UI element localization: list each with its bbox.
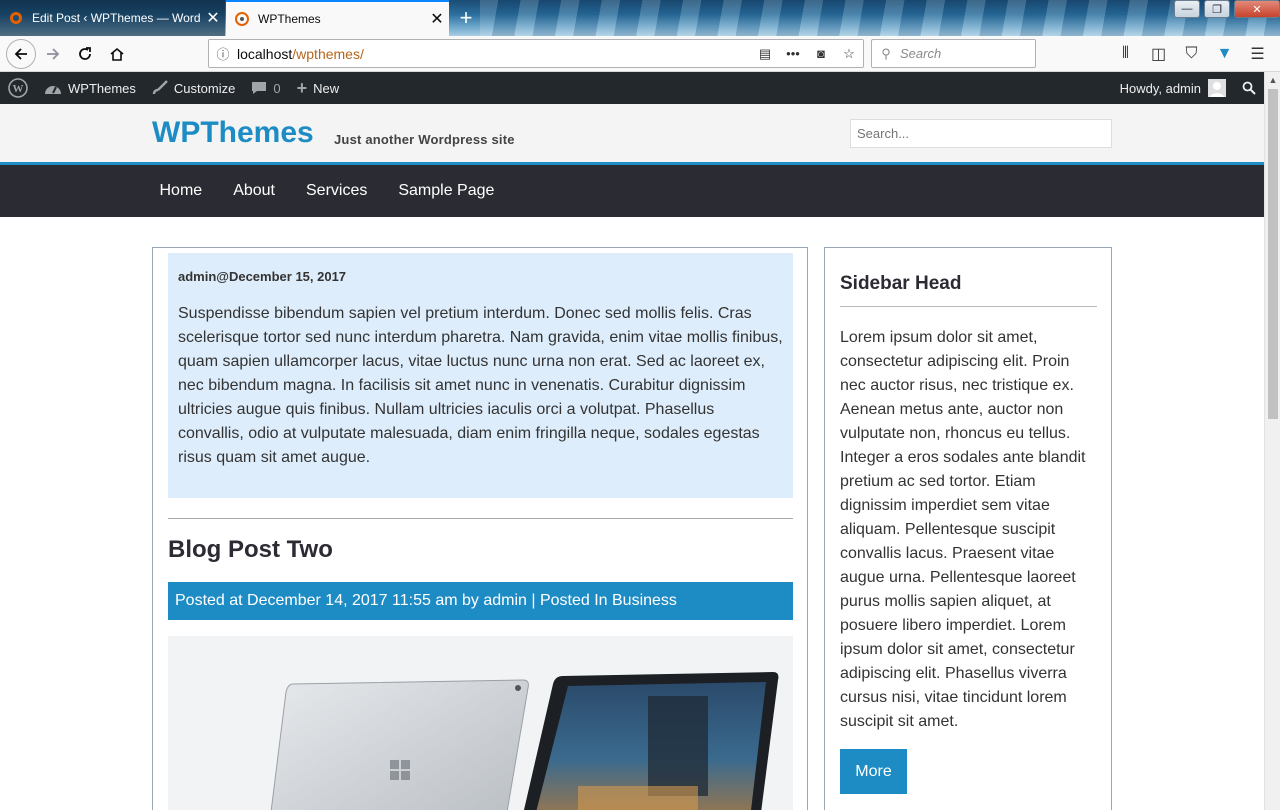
sidebar-text: Lorem ipsum dolor sit amet, consectetur …	[840, 329, 1086, 730]
search-icon: ⚲	[881, 45, 891, 61]
forward-arrow-icon[interactable]	[38, 39, 68, 69]
maximize-icon[interactable]: ❐	[1204, 0, 1230, 18]
comment-bubble-icon	[251, 81, 267, 95]
admin-comments-link[interactable]: 0	[243, 72, 288, 104]
more-button[interactable]: More	[840, 749, 907, 794]
reload-icon[interactable]	[70, 39, 100, 69]
paintbrush-icon	[152, 80, 168, 96]
admin-search-icon[interactable]	[1234, 72, 1264, 104]
pocket-icon[interactable]: ◙	[807, 46, 835, 61]
post-featured-image[interactable]	[168, 636, 793, 810]
close-tab-icon[interactable]: ✕	[201, 8, 225, 28]
nav-home[interactable]: Home	[144, 182, 218, 200]
avatar	[1208, 79, 1226, 97]
home-icon[interactable]	[102, 39, 132, 69]
browser-toolbar: ⓘ localhost/wpthemes/ ▤ ••• ◙ ☆ ⚲ Search…	[0, 36, 1280, 72]
post-author-date: admin@December 15, 2017	[178, 269, 347, 284]
sidebar-divider	[840, 306, 1097, 307]
extension-shield-icon[interactable]: ▼	[1208, 45, 1241, 63]
back-arrow-icon[interactable]	[6, 38, 36, 69]
scrollbar-thumb[interactable]	[1268, 89, 1278, 419]
page-scrollbar[interactable]: ▲	[1264, 72, 1280, 810]
admin-customize-link[interactable]: Customize	[144, 72, 243, 104]
sidebar-heading: Sidebar Head	[840, 273, 962, 294]
wordpress-logo-icon[interactable]: W	[0, 72, 36, 104]
tab-title: Edit Post ‹ WPThemes — Word	[32, 11, 201, 25]
nav-about[interactable]: About	[218, 182, 291, 200]
tab-title: WPThemes	[258, 12, 321, 26]
post-title[interactable]: Blog Post Two	[168, 536, 333, 564]
nav-sample-page[interactable]: Sample Page	[383, 182, 510, 200]
main-content: admin@December 15, 2017 Suspendisse bibe…	[152, 247, 808, 810]
minimize-icon[interactable]: —	[1174, 0, 1200, 18]
site-description: Just another Wordpress site	[334, 132, 515, 147]
admin-site-link[interactable]: WPThemes	[36, 72, 144, 104]
page-favicon-icon	[234, 11, 250, 27]
menu-hamburger-icon[interactable]: ☰	[1241, 44, 1274, 64]
firefox-favicon-icon	[8, 10, 24, 26]
admin-account-menu[interactable]: Howdy, admin	[1112, 72, 1234, 104]
tab-edit-post[interactable]: Edit Post ‹ WPThemes — Word ✕	[0, 0, 225, 36]
tab-strip: Edit Post ‹ WPThemes — Word ✕ WPThemes ✕…	[0, 0, 1280, 36]
sidebar-toggle-icon[interactable]: ◫	[1142, 44, 1175, 64]
dashboard-gauge-icon	[44, 81, 62, 95]
ublock-shield-icon[interactable]: ⛉	[1175, 45, 1208, 63]
bookmark-star-icon[interactable]: ☆	[835, 46, 863, 62]
post-body: Suspendisse bibendum sapien vel pretium …	[178, 305, 783, 466]
new-tab-plus-icon[interactable]: +	[452, 4, 480, 32]
library-icon[interactable]: ⫴	[1109, 45, 1142, 63]
browser-search-placeholder: Search	[900, 46, 942, 61]
plus-icon: +	[296, 77, 308, 98]
post-summary-box: admin@December 15, 2017 Suspendisse bibe…	[168, 253, 793, 498]
tab-wpthemes[interactable]: WPThemes ✕	[226, 0, 449, 36]
wp-admin-bar: W WPThemes Customize 0 + New Howdy, admi…	[0, 72, 1264, 104]
nav-services[interactable]: Services	[291, 182, 383, 200]
sidebar: Sidebar Head Lorem ipsum dolor sit amet,…	[824, 247, 1112, 810]
url-text[interactable]: localhost/wpthemes/	[237, 46, 751, 62]
svg-text:W: W	[13, 83, 24, 95]
admin-new-link[interactable]: + New	[289, 72, 348, 104]
scroll-up-arrow-icon[interactable]: ▲	[1265, 72, 1280, 88]
site-navigation: Home About Services Sample Page	[0, 162, 1264, 217]
post-divider	[168, 518, 793, 519]
window-controls: — ❐ ✕	[1170, 0, 1280, 20]
post-meta-bar: Posted at December 14, 2017 11:55 am by …	[168, 582, 793, 620]
site-search-input[interactable]	[850, 119, 1112, 148]
site-info-icon[interactable]: ⓘ	[209, 44, 237, 63]
browser-search-field[interactable]: ⚲ Search	[871, 39, 1036, 68]
reader-view-icon[interactable]: ▤	[751, 46, 779, 62]
window-close-icon[interactable]: ✕	[1234, 0, 1280, 18]
close-tab-icon[interactable]: ✕	[425, 9, 449, 29]
site-title[interactable]: WPThemes	[152, 116, 314, 150]
url-bar[interactable]: ⓘ localhost/wpthemes/ ▤ ••• ◙ ☆	[208, 39, 864, 68]
page-actions-icon[interactable]: •••	[779, 46, 807, 61]
site-header: WPThemes Just another Wordpress site	[0, 104, 1264, 162]
